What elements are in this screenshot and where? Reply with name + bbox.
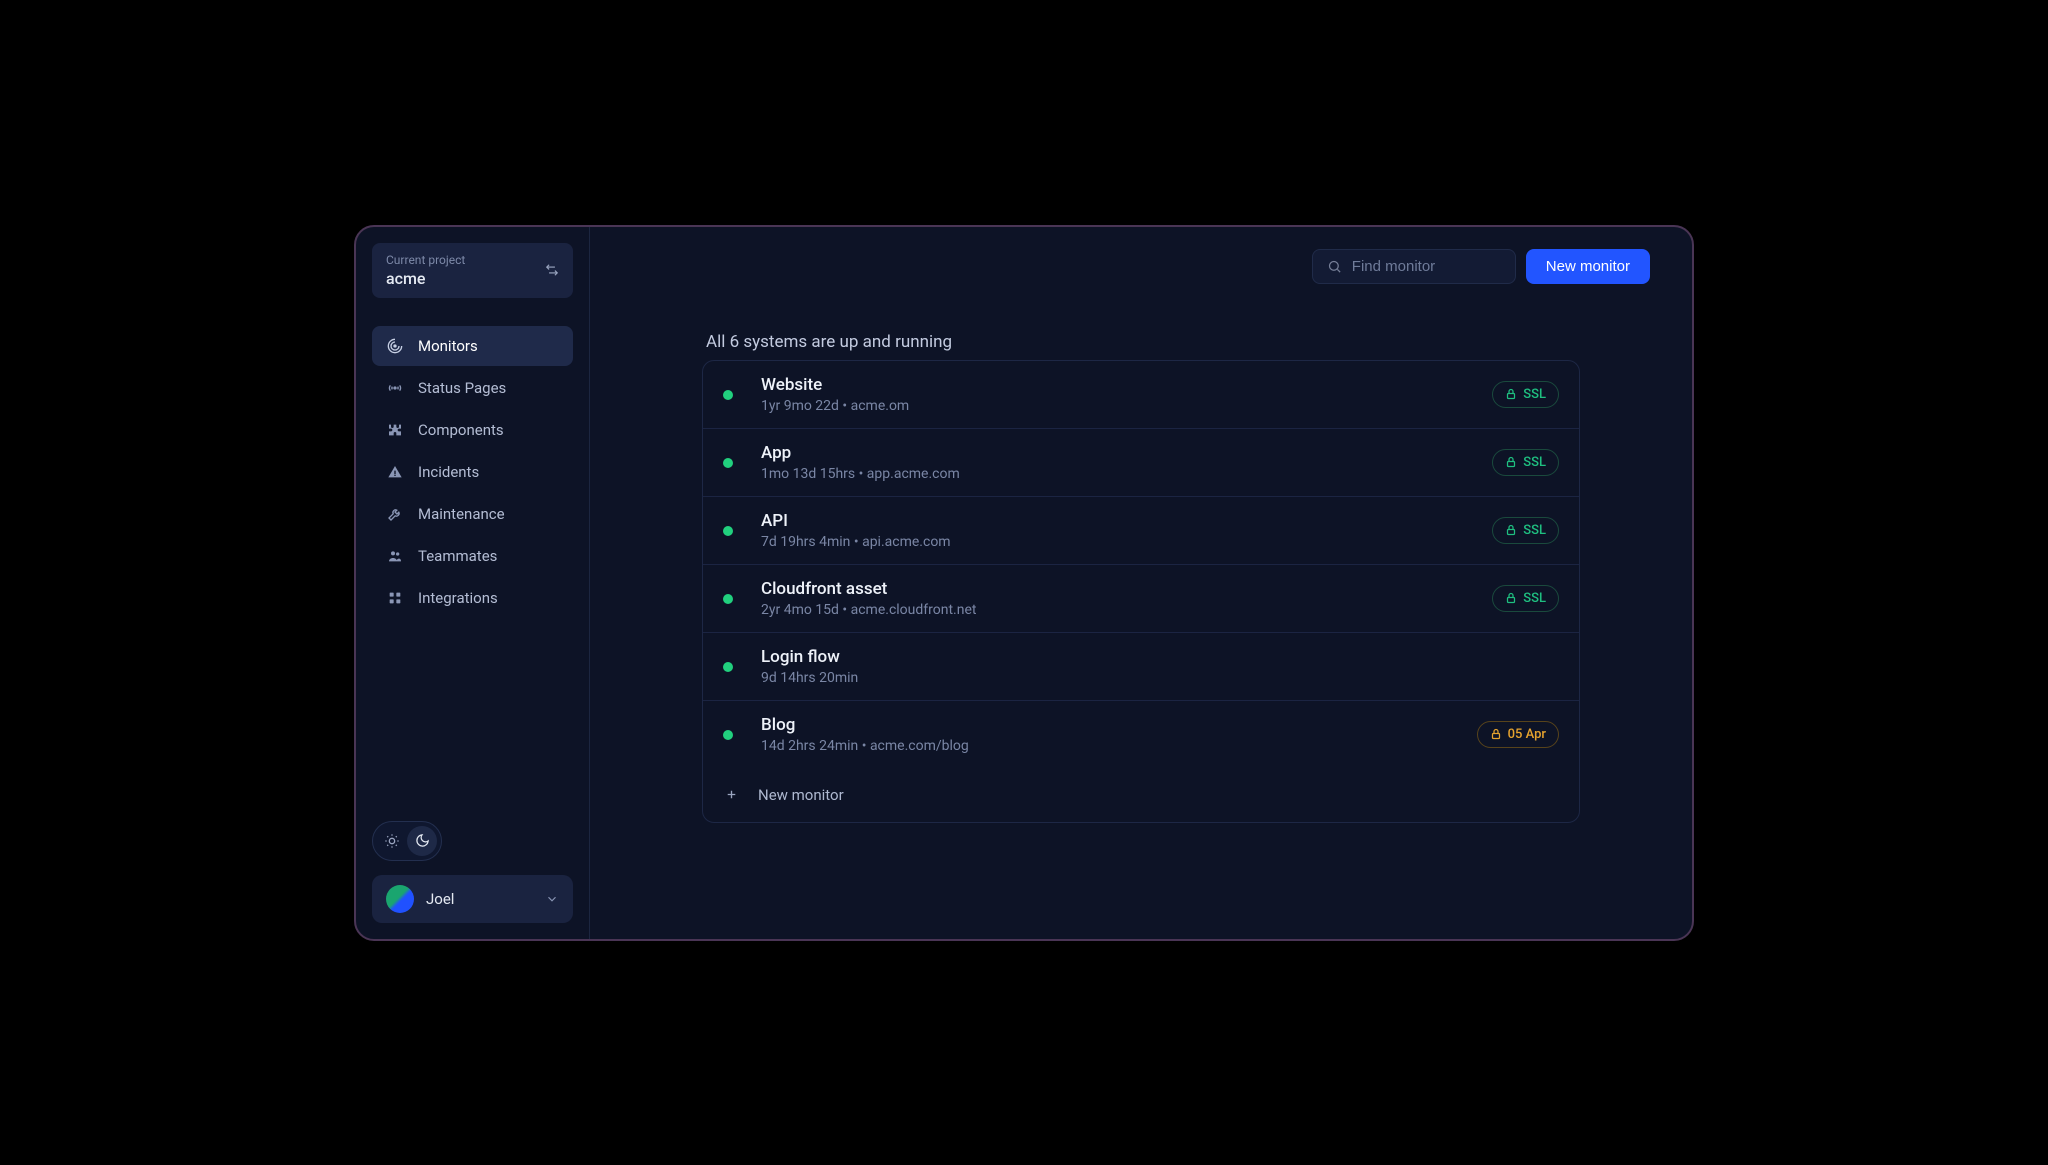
- sidebar-nav: Monitors Status Pages Components Incidents M…: [372, 326, 573, 618]
- status-dot-up: [723, 458, 733, 468]
- chevron-down-icon: [545, 892, 559, 906]
- sidebar-item-status-pages[interactable]: Status Pages: [372, 368, 573, 408]
- monitor-info: Login flow 9d 14hrs 20min: [761, 647, 1559, 686]
- badge-text: SSL: [1523, 455, 1546, 470]
- nav-label: Components: [418, 421, 504, 439]
- monitor-row[interactable]: API 7d 19hrs 4min • api.acme.com SSL: [703, 497, 1579, 565]
- user-menu[interactable]: Joel: [372, 875, 573, 923]
- light-mode-button[interactable]: [377, 826, 407, 856]
- status-dot-up: [723, 594, 733, 604]
- sidebar-item-teammates[interactable]: Teammates: [372, 536, 573, 576]
- status-dot-up: [723, 662, 733, 672]
- badge-text: SSL: [1523, 523, 1546, 538]
- monitor-meta: 14d 2hrs 24min • acme.com/blog: [761, 738, 1477, 754]
- monitor-name: API: [761, 511, 1492, 531]
- lock-icon: [1490, 728, 1502, 740]
- monitor-name: Cloudfront asset: [761, 579, 1492, 599]
- monitor-info: Website 1yr 9mo 22d • acme.om: [761, 375, 1492, 414]
- moon-icon: [415, 833, 430, 848]
- project-name: acme: [386, 269, 465, 288]
- monitor-meta: 1mo 13d 15hrs • app.acme.com: [761, 466, 1492, 482]
- monitor-row[interactable]: Login flow 9d 14hrs 20min: [703, 633, 1579, 701]
- monitor-info: Blog 14d 2hrs 24min • acme.com/blog: [761, 715, 1477, 754]
- monitor-name: App: [761, 443, 1492, 463]
- search-box[interactable]: [1312, 249, 1516, 284]
- monitor-name: Login flow: [761, 647, 1559, 667]
- ssl-badge: SSL: [1492, 449, 1559, 476]
- status-dot-up: [723, 730, 733, 740]
- app-window: Current project acme Monitors Status Page…: [354, 225, 1694, 941]
- broadcast-icon: [386, 380, 404, 396]
- monitor-meta: 2yr 4mo 15d • acme.cloudfront.net: [761, 602, 1492, 618]
- swap-icon: [545, 263, 559, 277]
- user-name: Joel: [426, 890, 533, 908]
- badge-text: 05 Apr: [1508, 727, 1546, 742]
- nav-label: Incidents: [418, 463, 479, 481]
- badge-text: SSL: [1523, 387, 1546, 402]
- project-switcher-text: Current project acme: [386, 253, 465, 288]
- badge-text: SSL: [1523, 591, 1546, 606]
- lock-icon: [1505, 524, 1517, 536]
- lock-icon: [1505, 592, 1517, 604]
- grid-icon: [386, 590, 404, 606]
- ssl-badge: SSL: [1492, 381, 1559, 408]
- monitor-info: App 1mo 13d 15hrs • app.acme.com: [761, 443, 1492, 482]
- monitor-info: Cloudfront asset 2yr 4mo 15d • acme.cloud…: [761, 579, 1492, 618]
- monitor-list: Website 1yr 9mo 22d • acme.om SSL App 1mo 13…: [702, 360, 1580, 823]
- avatar: [386, 885, 414, 913]
- radar-icon: [386, 338, 404, 354]
- sidebar-item-components[interactable]: Components: [372, 410, 573, 450]
- sidebar-bottom: Joel: [372, 821, 573, 923]
- nav-label: Monitors: [418, 337, 478, 355]
- add-monitor-label: New monitor: [758, 786, 844, 804]
- main-content: New monitor All 6 systems are up and run…: [590, 227, 1692, 939]
- plus-icon: [725, 788, 738, 801]
- ssl-badge: SSL: [1492, 585, 1559, 612]
- nav-label: Status Pages: [418, 379, 506, 397]
- sun-icon: [384, 833, 400, 849]
- ssl-expiry-badge: 05 Apr: [1477, 721, 1559, 748]
- dark-mode-button[interactable]: [407, 826, 437, 856]
- puzzle-icon: [386, 422, 404, 438]
- status-summary: All 6 systems are up and running: [702, 332, 1580, 352]
- search-icon: [1327, 259, 1342, 274]
- nav-label: Integrations: [418, 589, 498, 607]
- sidebar-item-integrations[interactable]: Integrations: [372, 578, 573, 618]
- sidebar-item-maintenance[interactable]: Maintenance: [372, 494, 573, 534]
- theme-toggle[interactable]: [372, 821, 442, 861]
- lock-icon: [1505, 388, 1517, 400]
- monitor-row[interactable]: Website 1yr 9mo 22d • acme.om SSL: [703, 361, 1579, 429]
- users-icon: [386, 548, 404, 564]
- monitor-meta: 9d 14hrs 20min: [761, 670, 1559, 686]
- new-monitor-button[interactable]: New monitor: [1526, 249, 1650, 284]
- content-wrap: All 6 systems are up and running Website…: [702, 332, 1580, 823]
- toolbar: New monitor: [632, 249, 1650, 284]
- sidebar-item-monitors[interactable]: Monitors: [372, 326, 573, 366]
- sidebar-item-incidents[interactable]: Incidents: [372, 452, 573, 492]
- add-monitor-row[interactable]: New monitor: [703, 768, 1579, 822]
- status-dot-up: [723, 390, 733, 400]
- project-switcher[interactable]: Current project acme: [372, 243, 573, 298]
- monitor-row[interactable]: Blog 14d 2hrs 24min • acme.com/blog 05 Apr: [703, 701, 1579, 768]
- monitor-name: Blog: [761, 715, 1477, 735]
- sidebar: Current project acme Monitors Status Page…: [356, 227, 590, 939]
- nav-label: Maintenance: [418, 505, 505, 523]
- warning-icon: [386, 464, 404, 480]
- monitor-name: Website: [761, 375, 1492, 395]
- nav-label: Teammates: [418, 547, 497, 565]
- project-label: Current project: [386, 253, 465, 267]
- lock-icon: [1505, 456, 1517, 468]
- monitor-row[interactable]: App 1mo 13d 15hrs • app.acme.com SSL: [703, 429, 1579, 497]
- monitor-meta: 1yr 9mo 22d • acme.om: [761, 398, 1492, 414]
- ssl-badge: SSL: [1492, 517, 1559, 544]
- search-input[interactable]: [1352, 258, 1501, 275]
- status-dot-up: [723, 526, 733, 536]
- monitor-row[interactable]: Cloudfront asset 2yr 4mo 15d • acme.cloud…: [703, 565, 1579, 633]
- monitor-meta: 7d 19hrs 4min • api.acme.com: [761, 534, 1492, 550]
- monitor-info: API 7d 19hrs 4min • api.acme.com: [761, 511, 1492, 550]
- wrench-icon: [386, 506, 404, 522]
